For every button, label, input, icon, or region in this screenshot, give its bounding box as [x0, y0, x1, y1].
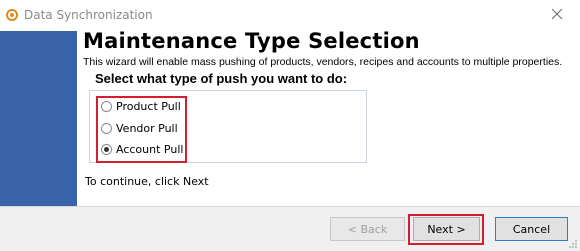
radio-account-pull[interactable]: Account Pull	[101, 140, 183, 158]
continue-instruction: To continue, click Next	[85, 175, 209, 188]
resize-grip-icon[interactable]	[568, 239, 578, 249]
next-button[interactable]: Next >	[413, 217, 480, 241]
close-icon[interactable]	[550, 7, 564, 21]
radio-button-selected[interactable]	[101, 143, 112, 155]
back-button[interactable]: < Back	[330, 217, 405, 241]
window-title: Data Synchronization	[24, 8, 153, 22]
radio-label-vendor-pull[interactable]: Vendor Pull	[116, 122, 178, 135]
wizard-side-banner	[0, 31, 77, 206]
wizard-content: Maintenance Type Selection This wizard w…	[77, 29, 580, 206]
cancel-button[interactable]: Cancel	[495, 217, 568, 241]
sync-app-icon	[6, 9, 18, 21]
page-title: Maintenance Type Selection	[83, 29, 420, 53]
radio-label-product-pull[interactable]: Product Pull	[116, 100, 181, 113]
title-bar[interactable]: Data Synchronization	[0, 0, 580, 31]
radio-button[interactable]	[101, 122, 112, 134]
wizard-window: Data Synchronization Maintenance Type Se…	[0, 0, 580, 251]
page-description: This wizard will enable mass pushing of …	[83, 56, 563, 68]
radio-vendor-pull[interactable]: Vendor Pull	[101, 119, 178, 137]
wizard-footer: < Back Next > Cancel	[0, 206, 580, 251]
push-type-prompt: Select what type of push you want to do:	[95, 71, 348, 86]
radio-button[interactable]	[101, 100, 112, 112]
radio-label-account-pull[interactable]: Account Pull	[116, 143, 183, 156]
radio-product-pull[interactable]: Product Pull	[101, 97, 181, 115]
